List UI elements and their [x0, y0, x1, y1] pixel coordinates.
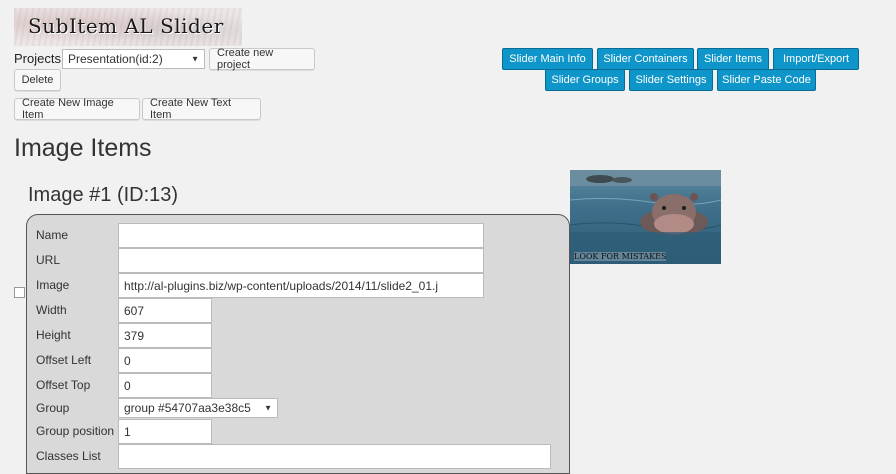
create-text-item-button[interactable]: Create New Text Item — [142, 97, 261, 121]
height-label: Height — [36, 328, 71, 342]
nav-slider-settings[interactable]: Slider Settings — [629, 69, 713, 91]
project-select[interactable]: Presentation(id:2) ▼ — [62, 49, 205, 69]
caret-down-icon: ▼ — [264, 403, 272, 413]
preview-caption: LOOK FOR MISTAKES — [574, 252, 667, 261]
image-url-input[interactable]: http://al-plugins.biz/wp-content/uploads… — [118, 273, 484, 298]
classes-list-input[interactable] — [118, 444, 551, 469]
url-label: URL — [36, 253, 61, 267]
project-select-value: Presentation(id:2) — [68, 52, 163, 66]
group-select[interactable]: group #54707aa3e38c5 ▼ — [118, 398, 278, 418]
image-label: Image — [36, 278, 70, 292]
group-label: Group — [36, 401, 70, 415]
offset-left-input[interactable]: 0 — [118, 348, 212, 373]
width-label: Width — [36, 303, 67, 317]
item-select-checkbox[interactable] — [14, 287, 25, 298]
name-label: Name — [36, 228, 69, 242]
caret-down-icon: ▼ — [191, 54, 199, 64]
hippo-image — [570, 170, 721, 264]
nav-slider-items[interactable]: Slider Items — [697, 48, 769, 70]
group-select-value: group #54707aa3e38c5 — [124, 401, 251, 415]
height-input[interactable]: 379 — [118, 323, 212, 348]
classes-list-label: Classes List — [36, 449, 101, 463]
create-project-button[interactable]: Create new project — [209, 47, 315, 71]
group-position-input[interactable]: 1 — [118, 419, 212, 444]
width-input[interactable]: 607 — [118, 298, 212, 323]
create-image-item-button[interactable]: Create New Image Item — [14, 97, 140, 121]
nav-import-export[interactable]: Import/Export — [773, 48, 859, 70]
logo: SubItem AL Slider — [14, 8, 242, 46]
delete-project-button[interactable]: Delete — [14, 69, 61, 91]
offset-top-label: Offset Top — [36, 378, 91, 392]
section-title: Image Items — [14, 134, 152, 162]
offset-left-label: Offset Left — [36, 353, 92, 367]
offset-top-input[interactable]: 0 — [118, 373, 212, 398]
group-position-label: Group position — [36, 424, 115, 438]
logo-text: SubItem AL Slider — [28, 14, 224, 38]
name-input[interactable] — [118, 223, 484, 248]
projects-label: Projects — [14, 51, 61, 66]
url-input[interactable] — [118, 248, 484, 273]
image-preview: LOOK FOR MISTAKES — [570, 170, 721, 264]
nav-slider-containers[interactable]: Slider Containers — [597, 48, 694, 70]
nav-slider-groups[interactable]: Slider Groups — [545, 69, 625, 91]
image-item-heading: Image #1 (ID:13) — [28, 184, 179, 206]
nav-slider-paste-code[interactable]: Slider Paste Code — [717, 69, 816, 91]
nav-slider-main-info[interactable]: Slider Main Info — [502, 48, 593, 70]
